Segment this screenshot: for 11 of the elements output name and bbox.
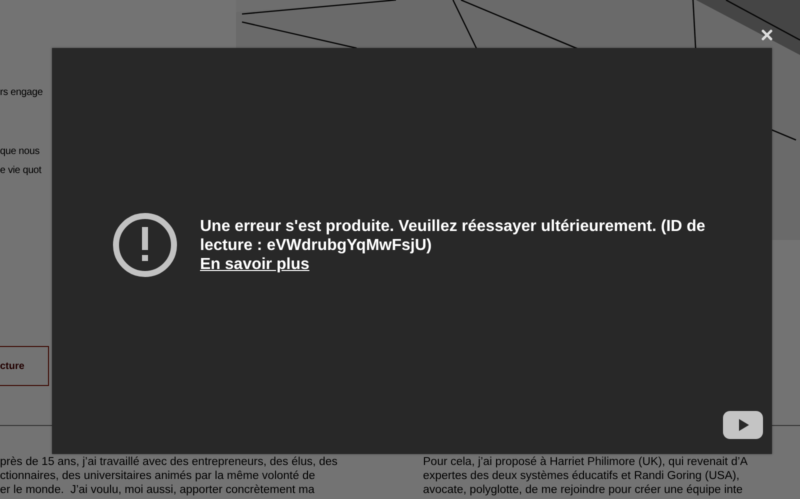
error-message: Une erreur s'est produite. Veuillez réessayer ultérieurement. (ID de lecture : eVWdrubgYqMwFsjU) xyxy=(200,216,706,254)
text-fragment: que nous xyxy=(0,145,40,159)
paragraph: Pour cela, j’ai proposé à Harriet Philimore (UK), qui revenait d’A expertes des deux systèmes éducatifs et Randi Goring (USA), avocate, polyglotte, de me rejoindre pour créer une équipe inte xyxy=(422,455,749,497)
paragraph: près de 15 ans, j’ai travaillé avec des entrepreneurs, des élus, des ctionnaires, des universitaires animés par la même volonté de er le monde. J’ai voulu, moi aussi, apporter concrètement ma xyxy=(0,455,339,497)
play-logo-icon[interactable] xyxy=(723,411,763,439)
read-button[interactable]: cture xyxy=(0,346,49,386)
text-fragment: rs engage xyxy=(0,86,43,100)
warning-icon xyxy=(112,212,178,278)
close-icon[interactable] xyxy=(761,29,773,41)
text-fragment: e vie quot xyxy=(0,164,42,178)
learn-more-link[interactable]: En savoir plus xyxy=(200,254,310,274)
